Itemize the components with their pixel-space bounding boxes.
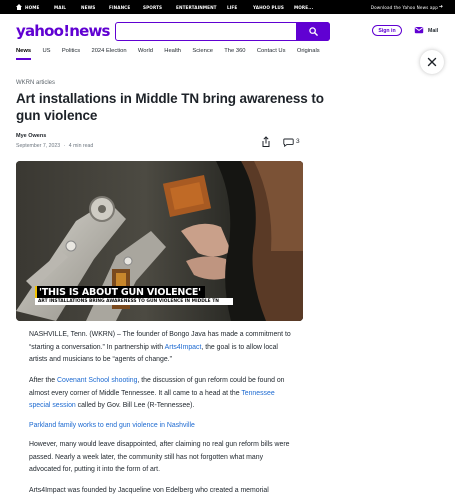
nav-originals[interactable]: Originals (297, 48, 320, 54)
read-time: 4 min read (68, 143, 94, 149)
nav-world[interactable]: World (138, 48, 153, 54)
top-nav-bar: HOME MAIL NEWS FINANCE SPORTS ENTERTAINM… (0, 0, 455, 14)
arts4impact-link[interactable]: Arts4Impact (165, 344, 202, 351)
download-app-link[interactable]: Download the Yahoo News app (371, 5, 438, 10)
nav-contact-us[interactable]: Contact Us (257, 48, 286, 54)
comment-count[interactable]: 3 (296, 138, 300, 145)
article-paragraph: After the Covenant School shooting, the … (29, 375, 294, 413)
search-icon (308, 27, 318, 36)
covenant-school-shooting-link[interactable]: Covenant School shooting (57, 377, 137, 384)
nav-the-360[interactable]: The 360 (224, 48, 245, 54)
related-article: Parkland family works to end gun violenc… (29, 420, 294, 433)
banner-accent (35, 286, 37, 298)
article-author[interactable]: Mye Owens (16, 133, 46, 139)
nav-science[interactable]: Science (192, 48, 213, 54)
article-paragraph: Arts4Impact was founded by Jacqueline vo… (29, 487, 269, 494)
top-nav-finance[interactable]: FINANCE (109, 5, 130, 10)
top-nav-more[interactable]: MORE... (294, 5, 313, 10)
active-tab-indicator (16, 58, 31, 60)
related-article-link[interactable]: Parkland family works to end gun violenc… (29, 422, 195, 429)
close-button[interactable] (420, 50, 444, 74)
nav-politics[interactable]: Politics (62, 48, 80, 54)
top-nav-life[interactable]: LIFE (227, 5, 237, 10)
search-button[interactable] (296, 22, 330, 41)
close-icon (427, 57, 437, 67)
mail-icon[interactable] (414, 25, 424, 35)
article-source[interactable]: WKRN articles (16, 80, 55, 86)
sign-in-button[interactable]: Sign in (372, 25, 402, 36)
nav-news[interactable]: News (16, 48, 31, 54)
banner-title-text: 'THIS IS ABOUT GUN VIOLENCE' (39, 286, 201, 298)
yahoo-news-logo[interactable]: yahoo!news (16, 22, 110, 40)
home-icon (16, 4, 22, 10)
mail-link[interactable]: Mail (428, 28, 438, 34)
top-nav-sports[interactable]: SPORTS (143, 5, 162, 10)
top-nav-mail[interactable]: MAIL (54, 5, 66, 10)
top-nav-home-label: HOME (25, 4, 40, 10)
article-paragraph: NASHVILLE, Tenn. (WKRN) – The founder of… (29, 329, 294, 367)
article-headline: Art installations in Middle TN bring awa… (16, 91, 324, 123)
top-nav-news[interactable]: NEWS (81, 5, 95, 10)
top-nav-entertainment[interactable]: ENTERTAINMENT (176, 5, 217, 10)
nav-2024-election[interactable]: 2024 Election (91, 48, 126, 54)
nav-us[interactable]: US (42, 48, 50, 54)
article-date: September 7, 2023 (16, 143, 61, 149)
article-paragraph: However, many would leave disappointed, … (29, 441, 290, 473)
share-icon[interactable] (260, 136, 272, 148)
meta-separator: · (63, 143, 66, 149)
article-meta: September 7, 2023 · 4 min read (16, 143, 93, 149)
top-nav-home[interactable]: HOME (16, 4, 40, 10)
comments-icon[interactable] (283, 138, 294, 147)
video-banner-subtitle: ART INSTALLATIONS BRING AWARENESS TO GUN… (35, 298, 233, 305)
top-nav-yahoo-plus[interactable]: YAHOO PLUS (253, 5, 284, 10)
paragraph-text: called by Gov. Bill Lee (R-Tennessee). (75, 402, 195, 409)
nav-health[interactable]: Health (164, 48, 181, 54)
video-banner-title: 'THIS IS ABOUT GUN VIOLENCE' (35, 286, 205, 298)
arrow-right-icon: ➜ (438, 4, 443, 10)
section-nav: News US Politics 2024 Election World Hea… (16, 48, 331, 54)
paragraph-text: After the (29, 377, 57, 384)
